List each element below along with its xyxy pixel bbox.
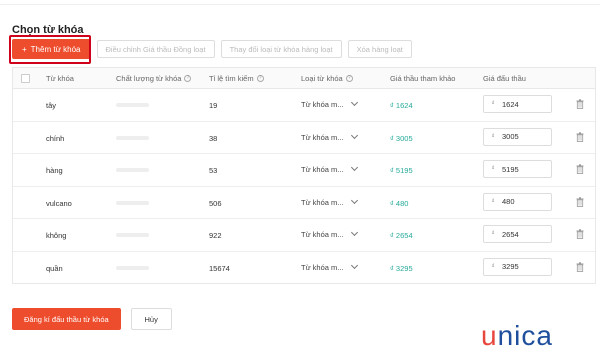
keyword-cell: chính: [46, 133, 65, 143]
header-search-rate: Tỉ lệ tìm kiếm?: [209, 74, 264, 83]
bid-value: 480: [502, 197, 515, 207]
currency-symbol: ₫: [491, 166, 495, 173]
search-rate-cell: 19: [209, 101, 218, 110]
header-keyword: Từ khóa: [46, 74, 74, 83]
ref-price-cell: ₫ 3005: [390, 133, 413, 143]
header-quality: Chất lượng từ khóa?: [116, 74, 192, 83]
chevron-down-icon: [350, 261, 359, 270]
bulk-adjust-bid-button[interactable]: Điều chỉnh Giá thầu Đồng loạt: [96, 40, 215, 58]
keyword-type-select[interactable]: Từ khóa m...: [301, 98, 359, 109]
table-row: chính 38 Từ khóa m... ₫ 3005 ₫ 3005: [13, 122, 595, 155]
currency-symbol: ₫: [491, 231, 495, 238]
quality-bar: [116, 233, 149, 238]
keyword-table: Từ khóa Chất lượng từ khóa? Tỉ lệ tìm ki…: [12, 67, 596, 284]
keyword-cell: hàng: [46, 166, 63, 176]
highlight-box: [9, 35, 91, 64]
trash-icon[interactable]: [576, 164, 584, 175]
quality-bar: [116, 265, 149, 270]
quality-bar: [116, 200, 149, 205]
table-row: hàng 53 Từ khóa m... ₫ 5195 ₫ 5195: [13, 154, 595, 187]
currency-symbol: ₫: [491, 101, 495, 107]
currency-symbol: ₫: [491, 263, 495, 270]
keyword-type-value: Từ khóa m...: [301, 262, 344, 272]
keyword-cell: quần: [46, 263, 63, 273]
logo-u: u: [481, 320, 498, 350]
keyword-type-value: Từ khóa m...: [301, 132, 344, 142]
keyword-cell: tây: [46, 101, 57, 110]
keyword-type-value: Từ khóa m...: [301, 230, 344, 240]
top-card-edge: [0, 0, 600, 5]
quality-bar: [116, 135, 149, 140]
keyword-type-select[interactable]: Từ khóa m...: [301, 229, 359, 240]
table-row: không 922 Từ khóa m... ₫ 2654 ₫ 2654: [13, 219, 595, 252]
bid-input[interactable]: ₫ 5195: [483, 160, 552, 179]
bulk-delete-button[interactable]: Xóa hàng loạt: [347, 40, 412, 58]
table-body: tây 19 Từ khóa m... ₫ 1624 ₫ 1624 chính 38 Từ kh…: [13, 89, 595, 285]
keyword-type-select[interactable]: Từ khóa m...: [301, 131, 359, 142]
currency-symbol: ₫: [491, 133, 495, 140]
header-ref-price: Giá thầu tham khảo: [390, 74, 456, 83]
search-rate-cell: 38: [209, 133, 218, 143]
select-all-checkbox[interactable]: [21, 74, 30, 83]
currency-symbol: ₫: [491, 198, 495, 205]
bid-value: 3005: [502, 132, 519, 142]
keyword-type-value: Từ khóa m...: [301, 165, 344, 175]
keyword-type-select[interactable]: Từ khóa m...: [301, 261, 359, 272]
bid-value: 5195: [502, 164, 519, 174]
keyword-cell: vulcano: [46, 198, 72, 208]
submit-bid-button[interactable]: Đăng kí đấu thầu từ khóa: [12, 308, 121, 330]
chevron-down-icon: [350, 98, 359, 107]
keyword-cell: không: [46, 231, 67, 241]
chevron-down-icon: [350, 196, 359, 204]
keyword-type-select[interactable]: Từ khóa m...: [301, 164, 359, 175]
bid-input[interactable]: ₫ 2654: [483, 225, 552, 244]
keyword-type-select[interactable]: Từ khóa m...: [301, 196, 359, 207]
bid-value: 2654: [502, 229, 519, 239]
bulk-change-type-button[interactable]: Thay đổi loại từ khóa hàng loạt: [220, 40, 342, 58]
bid-input[interactable]: ₫ 3295: [483, 257, 552, 276]
header-type: Loại từ khóa?: [301, 74, 353, 83]
cancel-button[interactable]: Hủy: [130, 308, 172, 330]
ref-price-cell: ₫ 5195: [390, 166, 413, 176]
search-rate-cell: 922: [209, 231, 222, 241]
quality-bar: [116, 103, 149, 107]
chevron-down-icon: [350, 131, 359, 139]
search-rate-cell: 506: [209, 198, 222, 208]
table-row: tây 19 Từ khóa m... ₫ 1624 ₫ 1624: [13, 89, 595, 122]
ref-price-cell: ₫ 3295: [390, 263, 413, 273]
help-icon[interactable]: ?: [345, 75, 353, 82]
logo-rest: nica: [497, 320, 553, 350]
unica-logo: unica: [481, 320, 553, 350]
footer-actions: Đăng kí đấu thầu từ khóa Hủy: [12, 308, 172, 330]
keyword-type-value: Từ khóa m...: [301, 197, 344, 207]
trash-icon[interactable]: [576, 229, 584, 240]
search-rate-cell: 53: [209, 166, 218, 176]
table-row: quần 15674 Từ khóa m... ₫ 3295 ₫ 3295: [13, 252, 595, 285]
search-rate-cell: 15674: [209, 263, 230, 273]
quality-bar: [116, 168, 149, 173]
bid-value: 3295: [502, 262, 519, 272]
ref-price-cell: ₫ 1624: [390, 101, 413, 110]
trash-icon[interactable]: [576, 99, 584, 109]
keyword-type-value: Từ khóa m...: [301, 100, 344, 109]
chevron-down-icon: [350, 229, 359, 237]
help-icon[interactable]: ?: [256, 75, 264, 82]
trash-icon[interactable]: [576, 262, 584, 272]
ref-price-cell: ₫ 2654: [390, 231, 413, 241]
ref-price-cell: ₫ 480: [390, 198, 409, 208]
trash-icon[interactable]: [576, 197, 584, 207]
bid-input[interactable]: ₫ 1624: [483, 95, 552, 113]
chevron-down-icon: [350, 164, 359, 172]
header-bid: Giá đấu thầu: [483, 74, 526, 83]
help-icon[interactable]: ?: [184, 75, 192, 82]
bid-input[interactable]: ₫ 3005: [483, 127, 552, 146]
bid-value: 1624: [502, 99, 519, 109]
table-header: Từ khóa Chất lượng từ khóa? Tỉ lệ tìm ki…: [13, 68, 595, 89]
bid-input[interactable]: ₫ 480: [483, 192, 552, 211]
trash-icon[interactable]: [576, 131, 584, 142]
page: Chọn từ khóa + Thêm từ khóa Điều chỉnh G…: [0, 0, 600, 350]
table-row: vulcano 506 Từ khóa m... ₫ 480 ₫ 480: [13, 187, 595, 220]
